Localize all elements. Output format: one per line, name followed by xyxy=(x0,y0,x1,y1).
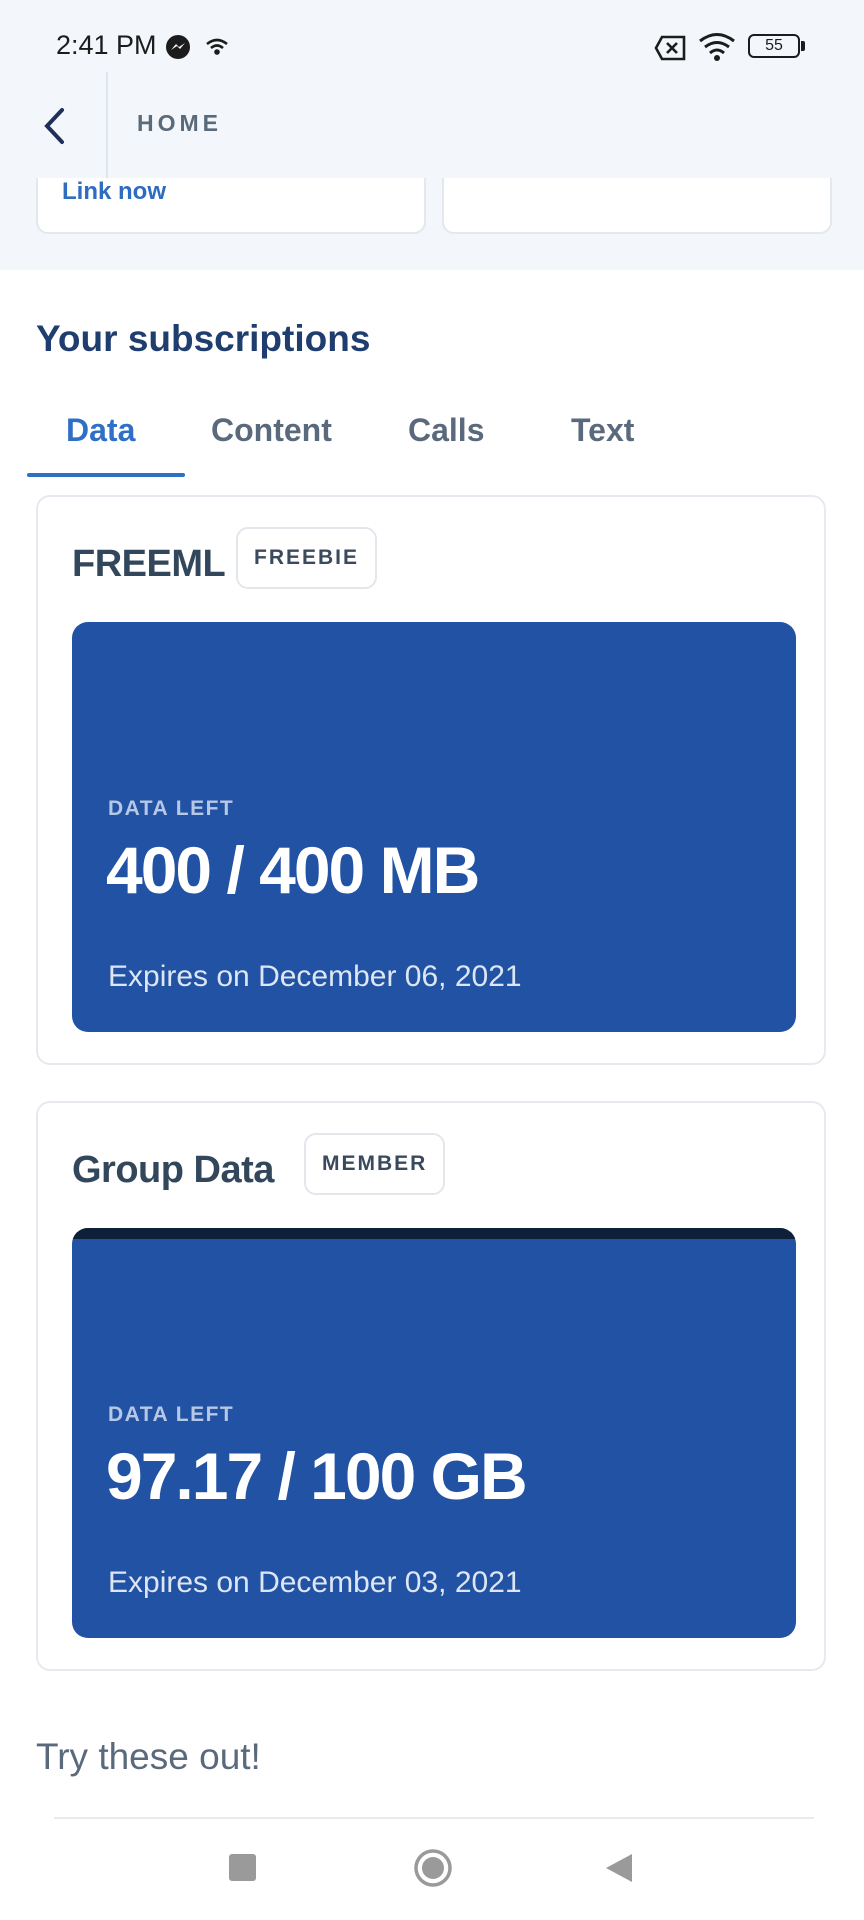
recent-apps-button[interactable] xyxy=(229,1854,256,1881)
subscriptions-title: Your subscriptions xyxy=(36,318,371,359)
link-card[interactable]: Link now xyxy=(36,178,426,234)
panel-progress-bar xyxy=(72,1228,796,1239)
back-button[interactable] xyxy=(28,100,80,152)
section-divider xyxy=(54,1817,814,1819)
app-header: HOME xyxy=(0,72,864,180)
try-section-title: Try these out! xyxy=(36,1736,261,1777)
messenger-icon xyxy=(166,35,190,59)
nav-back-button[interactable] xyxy=(604,1852,634,1884)
tab-text[interactable]: Text xyxy=(571,412,634,449)
status-time: 2:41 PM xyxy=(56,30,157,60)
expiry-date: Expires on December 06, 2021 xyxy=(108,960,522,993)
wifi-icon xyxy=(699,33,735,61)
data-panel[interactable]: DATA LEFT 400 / 400 MB Expires on Decemb… xyxy=(72,622,796,1032)
expiry-date: Expires on December 03, 2021 xyxy=(108,1566,522,1599)
tab-calls[interactable]: Calls xyxy=(408,412,484,449)
subscription-badge: MEMBER xyxy=(304,1133,446,1195)
tab-data[interactable]: Data xyxy=(66,412,135,449)
link-now-link[interactable]: Link now xyxy=(62,178,166,206)
battery-icon: 55 xyxy=(748,34,800,58)
subscription-card[interactable]: Group Data MEMBER DATA LEFT 97.17 / 100 … xyxy=(36,1101,826,1671)
subscription-badge: FREEBIE xyxy=(236,527,378,589)
chevron-left-icon xyxy=(44,108,64,144)
top-cards-area: Link now xyxy=(0,178,864,270)
header-title: HOME xyxy=(137,110,222,136)
data-left-label: DATA LEFT xyxy=(108,797,235,820)
battery-level: 55 xyxy=(765,37,783,54)
data-panel[interactable]: DATA LEFT 97.17 / 100 GB Expires on Dece… xyxy=(72,1228,796,1638)
home-button[interactable] xyxy=(413,1848,453,1888)
header-divider xyxy=(106,72,108,178)
secondary-card[interactable] xyxy=(442,178,832,234)
data-amount: 97.17 / 100 GB xyxy=(106,1439,528,1513)
subscription-card[interactable]: FREEML FREEBIE DATA LEFT 400 / 400 MB Ex… xyxy=(36,495,826,1065)
subscription-name: Group Data xyxy=(72,1149,274,1191)
data-left-label: DATA LEFT xyxy=(108,1403,235,1426)
tab-content[interactable]: Content xyxy=(211,412,332,449)
hotspot-icon xyxy=(206,38,228,55)
subscription-name: FREEML xyxy=(72,543,226,585)
battery-tip xyxy=(801,41,805,51)
active-tab-indicator xyxy=(27,473,185,477)
sim-off-icon xyxy=(654,35,686,61)
data-amount: 400 / 400 MB xyxy=(106,833,480,907)
